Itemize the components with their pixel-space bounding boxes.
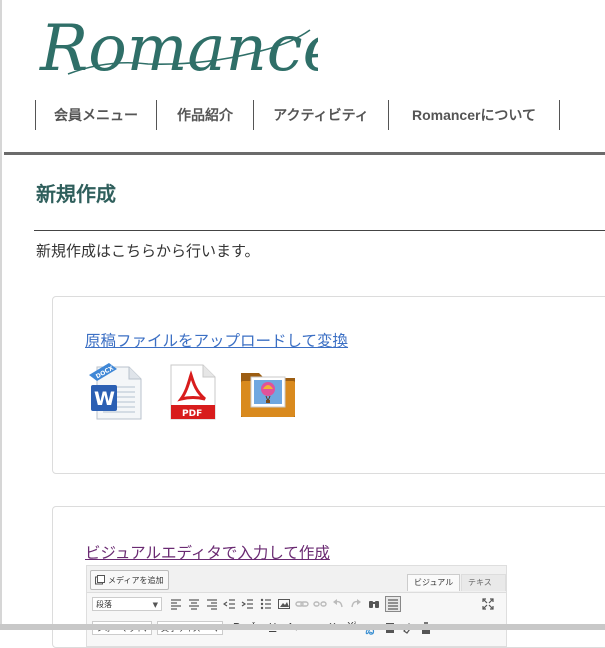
align-center-icon[interactable] bbox=[187, 597, 201, 611]
paragraph-select-value: 段落 bbox=[96, 600, 112, 609]
add-media-button[interactable]: メディアを追加 bbox=[90, 570, 170, 590]
paragraph-select[interactable]: 段落 ▼ bbox=[92, 597, 162, 611]
svg-text:W: W bbox=[94, 388, 115, 410]
left-border bbox=[0, 0, 2, 630]
align-left-icon[interactable] bbox=[169, 597, 183, 611]
fullscreen-icon[interactable] bbox=[481, 597, 495, 611]
editor-preview: メディアを追加 ビジュアル テキスト 段落▼ フォーマット▼ bbox=[86, 565, 507, 647]
visual-editor-link[interactable]: ビジュアルエディタで入力して作成 bbox=[85, 541, 330, 563]
nav-works[interactable]: 作品紹介 bbox=[157, 100, 253, 130]
editor-toolbar: 段落▼ フォーマット▼ 文字サイズ▼ B I U bbox=[87, 592, 506, 646]
nav-divider bbox=[559, 100, 560, 130]
outdent-icon[interactable] bbox=[223, 597, 237, 611]
word-docx-icon[interactable]: DOCX W bbox=[87, 361, 149, 423]
logo-text: Romancer bbox=[39, 12, 318, 78]
page-title: 新規作成 bbox=[36, 182, 116, 206]
chevron-down-icon: ▼ bbox=[152, 601, 158, 609]
intro-text: 新規作成はこちらから行います。 bbox=[36, 242, 260, 260]
insert-image-icon[interactable] bbox=[277, 597, 291, 611]
add-media-label: メディアを追加 bbox=[108, 575, 164, 585]
tab-text[interactable]: テキスト bbox=[461, 574, 506, 603]
undo-icon[interactable] bbox=[331, 597, 345, 611]
pdf-icon[interactable]: PDF bbox=[161, 361, 223, 423]
find-icon[interactable] bbox=[367, 597, 381, 611]
upload-convert-link[interactable]: 原稿ファイルをアップロードして変換 bbox=[85, 329, 348, 351]
main-nav: 会員メニュー 作品紹介 アクティビティ Romancerについて bbox=[35, 100, 560, 130]
horizontal-scrollbar[interactable] bbox=[0, 624, 605, 630]
title-divider bbox=[34, 230, 605, 231]
nav-activity[interactable]: アクティビティ bbox=[254, 100, 388, 130]
media-icon bbox=[95, 575, 105, 585]
nav-member-menu[interactable]: 会員メニュー bbox=[36, 100, 156, 130]
romancer-logo[interactable]: Romancer bbox=[38, 4, 318, 78]
tab-visual[interactable]: ビジュアル bbox=[407, 574, 461, 591]
nav-about[interactable]: Romancerについて bbox=[389, 100, 559, 130]
pdf-badge: PDF bbox=[182, 409, 202, 419]
align-right-icon[interactable] bbox=[205, 597, 219, 611]
bullet-list-icon[interactable] bbox=[259, 597, 273, 611]
unlink-icon[interactable] bbox=[313, 597, 327, 611]
link-icon[interactable] bbox=[295, 597, 309, 611]
upload-card: 原稿ファイルをアップロードして変換 DOCX W PDF bbox=[52, 296, 605, 474]
redo-icon[interactable] bbox=[349, 597, 363, 611]
image-folder-icon[interactable] bbox=[237, 361, 299, 423]
header-divider bbox=[4, 152, 605, 155]
toolbar-toggle-icon[interactable] bbox=[385, 596, 401, 612]
indent-icon[interactable] bbox=[241, 597, 255, 611]
